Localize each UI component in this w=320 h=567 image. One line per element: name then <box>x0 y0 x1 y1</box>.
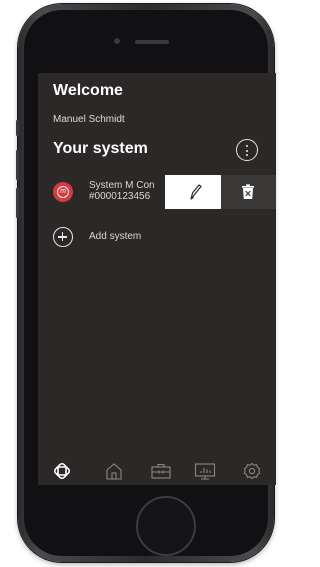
tab-toolbox[interactable] <box>150 461 171 481</box>
app-screen: Welcome Manuel Schmidt Your system m Sys… <box>38 73 276 485</box>
phone-side-button <box>16 120 19 136</box>
user-name: Manuel Schmidt <box>53 114 125 125</box>
system-serial: #0000123456 <box>89 191 151 202</box>
system-list-item[interactable]: m System M Con #0000123456 <box>38 175 276 209</box>
system-name: System M Con <box>89 180 155 191</box>
phone-side-button <box>16 150 19 180</box>
tab-statistics[interactable] <box>194 461 216 481</box>
front-camera <box>114 38 120 44</box>
pencil-icon <box>190 184 202 200</box>
tab-bar <box>38 455 276 485</box>
settings-icon <box>243 462 261 480</box>
plus-circle-icon <box>53 227 73 247</box>
toolbox-icon <box>151 463 171 479</box>
home-icon <box>106 463 122 480</box>
trash-icon <box>242 184 254 199</box>
tab-settings[interactable] <box>242 461 262 481</box>
edit-system-button[interactable] <box>165 175 221 209</box>
system-info: System M Con #0000123456 <box>89 180 169 202</box>
phone-side-button <box>16 188 19 218</box>
more-vertical-icon <box>245 154 248 156</box>
welcome-heading: Welcome <box>53 82 123 99</box>
thermostat-icon: m <box>53 182 73 202</box>
more-vertical-icon <box>245 145 248 147</box>
tab-home-logo[interactable] <box>52 461 72 481</box>
more-options-button[interactable] <box>236 139 258 161</box>
logo-icon <box>53 462 71 480</box>
delete-system-button[interactable] <box>221 175 276 209</box>
tab-home[interactable] <box>104 461 124 481</box>
statistics-icon <box>194 463 216 480</box>
section-title: Your system <box>53 140 148 157</box>
home-button[interactable] <box>136 496 196 556</box>
earpiece-speaker <box>135 40 169 44</box>
add-system-label: Add system <box>89 231 142 242</box>
more-vertical-icon <box>245 149 248 152</box>
